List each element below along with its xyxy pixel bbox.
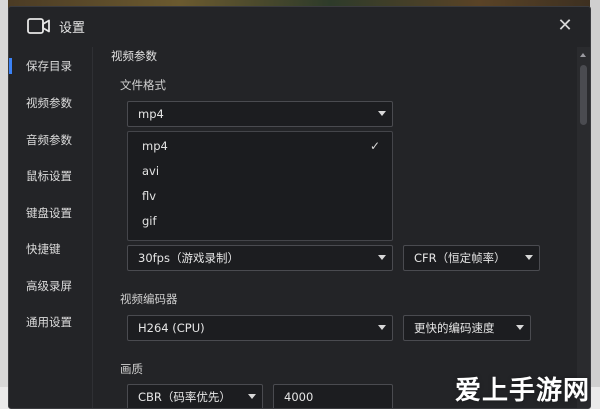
file-format-dropdown: mp4 ✓ avi flv gif <box>127 131 393 241</box>
sidebar-item-hotkeys[interactable]: 快捷键 <box>9 238 92 260</box>
file-format-select[interactable]: mp4 <box>127 101 393 127</box>
window-title: 设置 <box>59 21 86 36</box>
sidebar-item-video-params[interactable]: 视频参数 <box>9 92 92 114</box>
framerate-value: 30fps（游戏录制） <box>138 251 239 265</box>
video-encoder-select[interactable]: H264 (CPU) <box>127 315 393 341</box>
framerate-select[interactable]: 30fps（游戏录制） <box>127 245 393 271</box>
watermark-text: 爱上手游网 <box>454 376 590 406</box>
sidebar-item-audio-params[interactable]: 音频参数 <box>9 129 92 151</box>
dropdown-option-mp4[interactable]: mp4 ✓ <box>128 134 392 158</box>
camera-icon <box>27 17 51 35</box>
background-strip-left <box>0 0 8 409</box>
rate-control-select[interactable]: CBR（码率优先） <box>127 384 263 408</box>
dropdown-option-gif[interactable]: gif <box>128 209 392 233</box>
chevron-down-icon <box>516 325 524 330</box>
sidebar-item-save-directory[interactable]: 保存目录 <box>9 55 92 77</box>
sidebar-item-general-settings[interactable]: 通用设置 <box>9 311 92 333</box>
sidebar-item-keyboard-settings[interactable]: 键盘设置 <box>9 202 92 224</box>
chevron-down-icon <box>248 394 256 399</box>
title-bar: 设置 ✕ <box>9 7 590 45</box>
content-scrollbar[interactable] <box>577 47 590 408</box>
background-strip-right <box>590 0 600 409</box>
encoder-preset-select[interactable]: 更快的编码速度 <box>403 315 531 341</box>
close-icon[interactable]: ✕ <box>554 15 576 37</box>
video-encoder-label: 视频编码器 <box>120 292 178 306</box>
scroll-up-icon[interactable] <box>580 53 586 57</box>
chevron-down-icon <box>378 255 386 260</box>
chevron-down-icon <box>378 325 386 330</box>
settings-sidebar: 保存目录 视频参数 音频参数 鼠标设置 键盘设置 快捷键 高级录屏 通用设置 <box>9 47 92 408</box>
encoder-preset-value: 更快的编码速度 <box>414 321 495 335</box>
chevron-down-icon <box>525 255 533 260</box>
video-encoder-value: H264 (CPU) <box>138 321 205 335</box>
settings-content: 视频参数 文件格式 mp4 mp4 ✓ avi flv gif 30fps（游戏… <box>93 47 579 408</box>
quality-label: 画质 <box>120 362 143 376</box>
sidebar-item-advanced-recording[interactable]: 高级录屏 <box>9 275 92 297</box>
rate-control-value: CBR（码率优先） <box>138 390 231 404</box>
bitrate-select[interactable]: 4000 <box>273 384 393 408</box>
checkmark-icon: ✓ <box>369 139 380 153</box>
dropdown-option-flv[interactable]: flv <box>128 184 392 208</box>
settings-window: 设置 ✕ 保存目录 视频参数 音频参数 鼠标设置 键盘设置 快捷键 高级录屏 通… <box>8 6 591 409</box>
file-format-value: mp4 <box>138 107 164 121</box>
frame-rate-mode-select[interactable]: CFR（恒定帧率） <box>403 245 540 271</box>
frame-rate-mode-value: CFR（恒定帧率） <box>414 251 506 265</box>
scroll-thumb[interactable] <box>580 65 587 125</box>
chevron-down-icon <box>378 111 386 116</box>
sidebar-item-mouse-settings[interactable]: 鼠标设置 <box>9 165 92 187</box>
dropdown-option-avi[interactable]: avi <box>128 159 392 183</box>
section-title: 视频参数 <box>111 49 157 63</box>
bitrate-value: 4000 <box>284 390 314 404</box>
file-format-label: 文件格式 <box>120 78 166 92</box>
